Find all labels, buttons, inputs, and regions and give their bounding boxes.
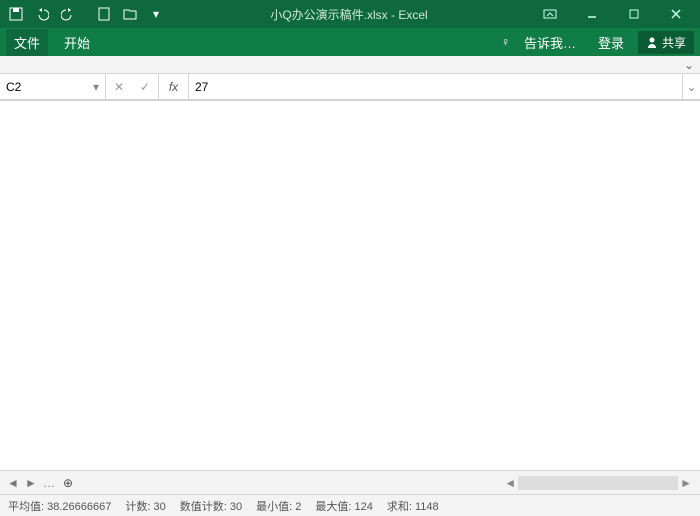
title-bar: ▾ 小Q办公演示稿件.xlsx - Excel <box>0 0 700 28</box>
minimize-icon[interactable] <box>572 3 612 25</box>
ribbon-collapse-bar: ⌄ <box>0 56 700 74</box>
fx-icon[interactable]: fx <box>159 74 189 99</box>
ribbon-options-icon[interactable] <box>530 3 570 25</box>
close-icon[interactable] <box>656 3 696 25</box>
undo-icon[interactable] <box>30 3 54 25</box>
add-sheet-icon[interactable]: ⊕ <box>58 476 78 490</box>
expand-formula-icon[interactable]: ⌄ <box>682 74 700 99</box>
ribbon-tabs: 文件 开始 ♀ 告诉我… 登录 共享 <box>0 28 700 56</box>
tab-nav-prev-icon[interactable]: ◄ <box>4 476 22 490</box>
chevron-down-icon[interactable]: ⌄ <box>684 58 694 72</box>
tell-me-search[interactable]: 告诉我… <box>516 29 584 56</box>
formula-bar-row: ▾ ✕ ✓ fx 27 ⌄ <box>0 74 700 100</box>
window-controls <box>530 3 696 25</box>
status-bar: 平均值: 38.26666667 计数: 30 数值计数: 30 最小值: 2 … <box>0 494 700 516</box>
spreadsheet-grid[interactable] <box>0 100 700 470</box>
formula-value: 27 <box>195 80 208 94</box>
share-label: 共享 <box>662 34 686 51</box>
name-box[interactable]: ▾ <box>0 74 106 99</box>
person-icon <box>646 36 658 48</box>
save-icon[interactable] <box>4 3 28 25</box>
signin-button[interactable]: 登录 <box>590 29 632 56</box>
sheet-tab-strip: ◄ ► … ⊕ ◄ ► <box>0 470 700 494</box>
formula-buttons: ✕ ✓ <box>106 74 159 99</box>
enter-icon[interactable]: ✓ <box>132 80 158 94</box>
tab-nav-next-icon[interactable]: ► <box>22 476 40 490</box>
maximize-icon[interactable] <box>614 3 654 25</box>
open-file-icon[interactable] <box>118 3 142 25</box>
name-box-input[interactable] <box>6 80 76 94</box>
formula-bar[interactable]: 27 <box>189 74 682 99</box>
new-file-icon[interactable] <box>92 3 116 25</box>
chevron-down-icon[interactable]: ▾ <box>93 80 99 94</box>
tab-开始[interactable]: 开始 <box>56 29 98 56</box>
redo-icon[interactable] <box>56 3 80 25</box>
window-title: 小Q办公演示稿件.xlsx - Excel <box>168 6 530 23</box>
tab-file[interactable]: 文件 <box>6 29 48 56</box>
cancel-icon[interactable]: ✕ <box>106 80 132 94</box>
lightbulb-icon: ♀ <box>501 35 510 49</box>
tab-overflow-icon[interactable]: … <box>40 476 58 490</box>
share-button[interactable]: 共享 <box>638 31 694 54</box>
horizontal-scrollbar[interactable]: ◄ ► <box>78 476 696 490</box>
qat-dropdown-icon[interactable]: ▾ <box>144 3 168 25</box>
quick-access-toolbar: ▾ <box>4 3 168 25</box>
